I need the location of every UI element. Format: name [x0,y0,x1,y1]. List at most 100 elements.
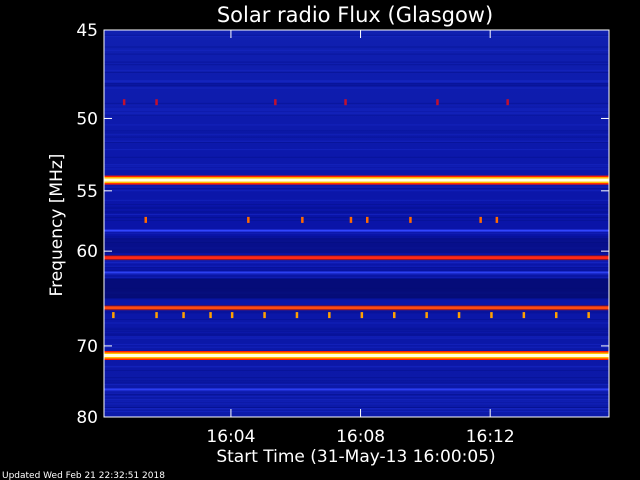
texture-line [104,232,609,234]
burst-mark [301,216,304,223]
band-core [104,256,609,260]
texture-line [104,156,609,158]
texture-line [104,312,609,314]
texture-line [104,346,609,348]
burst-mark [479,216,482,223]
y-tick-label: 60 [76,242,98,262]
y-tick-label: 70 [76,337,98,357]
burst-mark [349,216,353,223]
band-peak [104,354,609,357]
texture-line [104,133,609,135]
texture-line [104,109,609,111]
burst-mark [209,312,212,319]
burst-mark [409,216,412,223]
burst-mark [555,312,558,319]
texture-line [104,53,609,55]
x-tick-label: 16:04 [206,427,255,447]
texture-line [104,206,609,208]
texture-line [104,407,609,408]
texture-line [104,395,609,397]
burst-mark [522,312,526,319]
texture-line [104,399,609,400]
texture-line [104,336,609,338]
burst-mark [328,312,331,319]
texture-line [104,210,609,212]
band-line [104,388,609,391]
y-tick-label: 80 [76,408,98,428]
texture-line [104,269,609,271]
burst-mark [155,312,158,319]
texture-line [104,190,609,192]
burst-mark [182,312,185,319]
texture-line [104,235,609,237]
texture-line [104,214,609,215]
burst-mark [506,99,509,106]
burst-mark [366,216,369,223]
texture-line [104,370,609,371]
burst-mark [393,312,396,319]
texture-line [104,102,609,104]
texture-line [104,140,609,142]
x-axis-label: Start Time (31-May-13 16:00:05) [216,447,495,467]
y-tick-label: 50 [76,110,98,130]
texture-line [104,188,609,189]
texture-line [104,114,609,116]
texture-line [104,335,609,337]
x-tick-label: 16:12 [466,427,515,447]
band-line [104,271,609,274]
burst-mark [495,216,499,223]
burst-mark [587,312,590,319]
texture-line [104,85,609,87]
texture-line [104,142,609,143]
texture-line [104,168,609,170]
texture-line [104,35,609,37]
band-peak [104,178,609,182]
texture-line [104,83,609,85]
texture-line [104,343,609,345]
texture-line [104,408,609,410]
texture-line [104,333,609,335]
texture-line [104,276,609,278]
texture-line [104,391,609,393]
texture-line [104,403,609,405]
texture-line [104,319,609,320]
texture-line [104,267,609,269]
texture-line [104,330,609,332]
texture-line [104,113,609,115]
texture-line [104,64,609,66]
y-axis-label: Frequency [MHz] [47,154,67,297]
texture-line [104,130,609,132]
burst-mark [360,312,364,319]
burst-mark [274,99,277,106]
texture-line [104,327,609,329]
texture-line [104,105,609,107]
texture-line [104,199,609,201]
texture-line [104,46,609,48]
texture-line [104,392,609,394]
burst-mark [425,312,428,319]
texture-line [104,49,609,51]
texture-line [104,217,609,219]
texture-line [104,265,609,267]
texture-line [104,377,609,379]
burst-mark [112,312,115,319]
chart-title: Solar radio Flux (Glasgow) [217,3,493,27]
texture-line [104,165,609,167]
texture-line [104,136,609,138]
updated-timestamp: Updated Wed Feb 21 22:32:51 2018 [2,471,165,480]
texture-line [104,366,609,368]
y-tick-label: 45 [76,21,98,41]
texture-line [104,322,609,324]
texture-line [104,87,609,89]
texture-line [104,275,609,277]
texture-line [104,69,609,71]
band-line [104,229,609,232]
spectrogram-chart: 45 50 55 60 70 80 16:04 16:08 16:12 Solar radio … [2,3,610,480]
texture-line [104,382,609,384]
texture-line [104,311,609,313]
texture-line [104,400,609,402]
dark-band-region [104,278,609,299]
texture-line [104,132,609,134]
texture-line [104,274,609,276]
texture-line [104,337,609,339]
